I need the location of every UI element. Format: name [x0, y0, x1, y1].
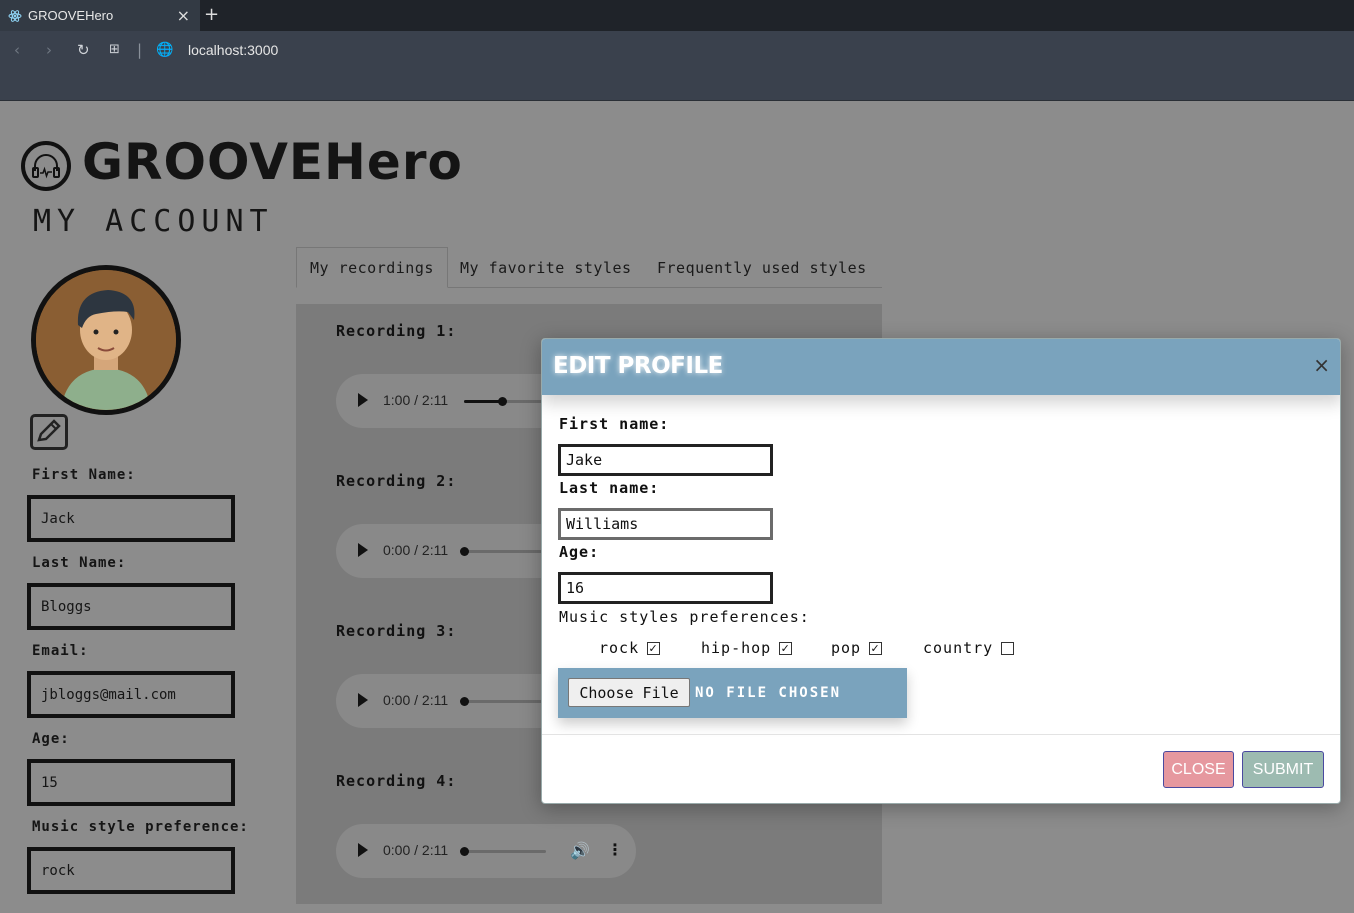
last-name-field[interactable]: Williams	[558, 508, 773, 540]
style-option-pop[interactable]: pop ✓	[831, 639, 883, 657]
email-label: Email:	[32, 643, 89, 659]
choose-file-button[interactable]: Choose File	[568, 678, 690, 707]
new-tab-icon[interactable]: +	[204, 4, 219, 25]
style-option-label: hip-hop	[701, 639, 772, 657]
browser-tab-title: GROOVEHero	[28, 8, 114, 23]
music-prefs-label: Music styles preferences:	[559, 608, 810, 626]
account-tabs: My recordings My favorite styles Frequen…	[296, 247, 882, 288]
recording-label: Recording 4:	[336, 772, 457, 790]
forward-icon[interactable]: ›	[46, 41, 52, 59]
style-option-hip-hop[interactable]: hip-hop ✓	[701, 639, 793, 657]
apps-grid-icon[interactable]: ⊞	[109, 42, 120, 57]
age-display: 15	[27, 759, 235, 806]
email-display: jbloggs@mail.com	[27, 671, 235, 718]
edit-profile-button[interactable]	[30, 414, 68, 450]
recording-label: Recording 3:	[336, 622, 457, 640]
browser-tabbar: GROOVEHero × +	[0, 0, 1354, 31]
tab-close-icon[interactable]: ×	[177, 6, 190, 25]
first-name-field[interactable]: Jake	[558, 444, 773, 476]
style-option-label: country	[923, 639, 994, 657]
last-name-display: Bloggs	[27, 583, 235, 630]
first-name-label: First Name:	[32, 467, 136, 483]
play-icon[interactable]	[358, 843, 368, 857]
seek-slider[interactable]	[464, 397, 546, 406]
first-name-display: Jack	[27, 495, 235, 542]
site-info-globe-icon[interactable]: 🌐	[156, 42, 173, 58]
audio-player: 0:00 / 2:11 🔊 ⋮	[336, 824, 636, 878]
browser-toolbar: ‹ › ↻ ⊞ | 🌐 localhost:3000	[0, 31, 1354, 101]
address-bar-url[interactable]: localhost:3000	[188, 42, 278, 58]
play-icon[interactable]	[358, 393, 368, 407]
age-field-label: Age:	[559, 543, 600, 561]
tab-my-recordings[interactable]: My recordings	[296, 247, 448, 288]
checkbox[interactable]	[1001, 641, 1015, 655]
pencil-edit-icon	[37, 419, 61, 442]
back-icon[interactable]: ‹	[14, 41, 20, 59]
checkbox[interactable]: ✓	[779, 641, 793, 655]
player-time: 0:00 / 2:11	[383, 692, 449, 708]
seek-slider[interactable]	[460, 847, 546, 856]
more-options-icon[interactable]: ⋮	[607, 840, 623, 859]
seek-slider[interactable]	[460, 547, 546, 556]
recording-label: Recording 1:	[336, 322, 457, 340]
last-name-label: Last Name:	[32, 555, 127, 571]
style-option-country[interactable]: country	[923, 639, 1015, 657]
volume-icon[interactable]: 🔊	[570, 841, 590, 860]
player-time: 0:00 / 2:11	[383, 542, 449, 558]
close-button[interactable]: CLOSE	[1163, 751, 1234, 788]
age-field[interactable]: 16	[558, 572, 773, 604]
style-option-label: pop	[831, 639, 862, 657]
seek-slider[interactable]	[460, 697, 546, 706]
edit-profile-modal: EDIT PROFILE × First name: Jake Last nam…	[541, 338, 1341, 804]
tab-frequent-styles[interactable]: Frequently used styles	[657, 247, 867, 288]
player-time: 1:00 / 2:11	[383, 392, 449, 408]
player-time: 0:00 / 2:11	[383, 842, 449, 858]
submit-button[interactable]: SUBMIT	[1242, 751, 1324, 788]
modal-footer-divider	[542, 734, 1340, 735]
play-icon[interactable]	[358, 693, 368, 707]
checkbox[interactable]: ✓	[647, 641, 661, 655]
headphones-logo-icon	[21, 141, 71, 191]
close-icon[interactable]: ×	[1313, 353, 1330, 377]
age-label: Age:	[32, 731, 70, 747]
file-status-text: NO FILE CHOSEN	[695, 685, 842, 701]
last-name-field-label: Last name:	[559, 479, 660, 497]
recording-label: Recording 2:	[336, 472, 457, 490]
file-upload-zone: Choose File NO FILE CHOSEN	[558, 668, 907, 718]
first-name-field-label: First name:	[559, 415, 670, 433]
modal-header: EDIT PROFILE ×	[542, 339, 1340, 395]
checkbox[interactable]: ✓	[869, 641, 883, 655]
brand-title: GROOVEHero	[82, 133, 463, 191]
browser-tab[interactable]: GROOVEHero ×	[0, 0, 200, 31]
style-option-rock[interactable]: rock ✓	[599, 639, 661, 657]
page-title: MY ACCOUNT	[33, 204, 274, 239]
react-favicon-icon	[8, 9, 22, 23]
avatar	[31, 265, 181, 415]
reload-icon[interactable]: ↻	[77, 41, 90, 59]
style-option-label: rock	[599, 639, 640, 657]
modal-title: EDIT PROFILE	[553, 353, 723, 379]
toolbar-divider: |	[137, 41, 143, 59]
tab-favorite-styles[interactable]: My favorite styles	[460, 247, 632, 288]
music-style-display: rock	[27, 847, 235, 894]
music-style-label: Music style preference:	[32, 819, 249, 835]
play-icon[interactable]	[358, 543, 368, 557]
